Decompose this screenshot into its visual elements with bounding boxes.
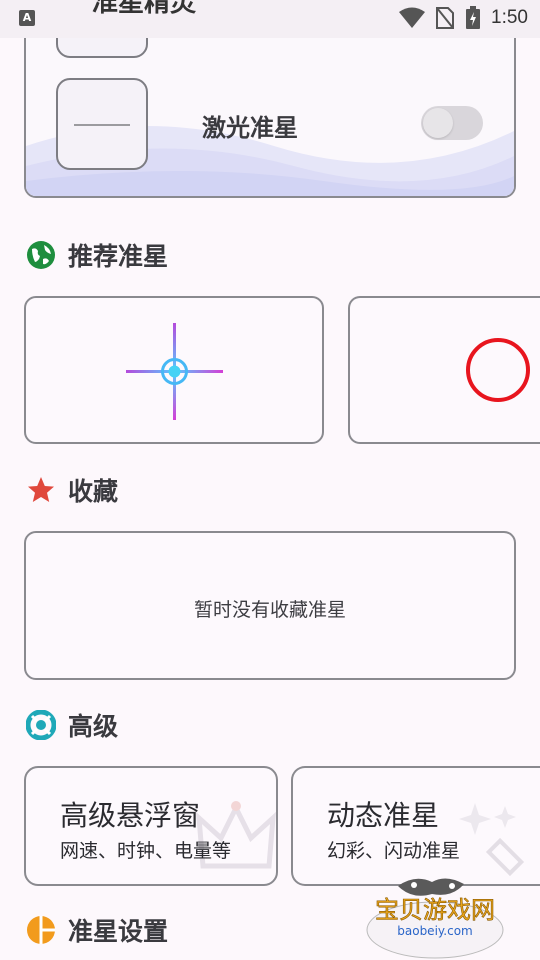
advanced-card-title: 动态准星 xyxy=(327,799,440,832)
laser-line-icon xyxy=(74,124,130,126)
laser-crosshair-toggle[interactable] xyxy=(421,106,483,140)
laser-crosshair-label: 激光准星 xyxy=(202,114,298,142)
advanced-card-subtitle: 网速、时钟、电量等 xyxy=(60,840,232,862)
wifi-icon xyxy=(399,7,426,28)
advanced-floating-window-card[interactable]: 高级悬浮窗 网速、时钟、电量等 xyxy=(24,766,278,886)
header-title-peek: 准星精灵 xyxy=(92,0,197,18)
watermark-domain-text: baobeiy.com xyxy=(397,924,472,938)
section-settings-header: 准星设置 xyxy=(26,912,168,948)
laser-crosshair-card: 激光准星 xyxy=(24,20,516,198)
app-notification-icon: A xyxy=(19,10,35,26)
advanced-card-subtitle: 幻彩、闪动准星 xyxy=(327,840,461,862)
no-sim-icon xyxy=(436,7,455,29)
recommended-crosshair-card[interactable] xyxy=(24,296,324,444)
section-settings-title: 准星设置 xyxy=(68,917,169,946)
favorites-empty-text: 暂时没有收藏准星 xyxy=(193,599,346,621)
section-advanced-header: 高级 xyxy=(26,707,118,743)
advanced-card-title: 高级悬浮窗 xyxy=(60,799,201,832)
toggle-knob xyxy=(423,108,453,138)
section-recommended-header: 推荐准星 xyxy=(26,237,168,273)
section-favorites-header: 收藏 xyxy=(26,472,118,508)
circle-crosshair-icon xyxy=(466,338,530,402)
lifebuoy-icon xyxy=(26,710,56,740)
section-recommended-title: 推荐准星 xyxy=(68,242,169,271)
status-bar: A 准星精灵 1:50 xyxy=(0,0,540,38)
pie-icon xyxy=(27,916,55,944)
status-time: 1:50 xyxy=(491,7,528,28)
crosshair-preview-icon xyxy=(126,323,223,420)
globe-icon xyxy=(27,241,55,269)
recommended-crosshair-card[interactable] xyxy=(348,296,540,444)
favorites-card: 暂时没有收藏准星 xyxy=(24,531,516,680)
section-favorites-title: 收藏 xyxy=(68,477,119,506)
watermark-logo: 宝贝游戏网 baobeiy.com xyxy=(366,878,504,959)
sparkle-wand-icon xyxy=(459,803,525,877)
laser-preview-box[interactable] xyxy=(56,78,148,170)
watermark-brand-text: 宝贝游戏网 xyxy=(375,896,495,924)
battery-charging-icon xyxy=(466,6,481,29)
star-icon xyxy=(28,477,54,502)
section-advanced-title: 高级 xyxy=(68,712,119,741)
